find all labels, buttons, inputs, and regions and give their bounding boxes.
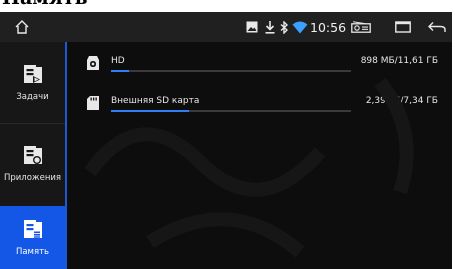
sidebar-item-label: Память — [15, 246, 50, 257]
wifi-icon — [292, 12, 308, 42]
sd-card-icon — [86, 95, 100, 115]
tasks-icon — [23, 64, 43, 88]
storage-name: HD — [111, 56, 125, 66]
page-title: Память — [2, 0, 87, 8]
sidebar-item-label: Приложения — [3, 172, 62, 183]
storage-usage-bar — [111, 110, 351, 112]
window-icon[interactable] — [395, 12, 411, 42]
sidebar-item-tasks[interactable]: Задачи — [0, 42, 65, 123]
download-icon — [265, 12, 275, 42]
sidebar-item-apps[interactable]: Приложения — [0, 124, 65, 203]
device-screen: 10:56 Задачи Приложения Память HD 898 МБ… — [0, 12, 452, 269]
storage-item-hd[interactable]: HD 898 МБ/11,61 ГБ — [67, 50, 452, 80]
clock: 10:56 — [310, 19, 347, 35]
sidebar: Задачи Приложения Память — [0, 42, 67, 269]
sidebar-item-label: Задачи — [16, 91, 49, 102]
apps-icon — [23, 145, 43, 169]
storage-usage-fill — [111, 70, 130, 72]
storage-list: HD 898 МБ/11,61 ГБ Внешняя SD карта 2,39… — [67, 42, 452, 269]
radio-icon[interactable] — [351, 12, 371, 42]
home-icon[interactable] — [14, 12, 30, 42]
back-icon[interactable] — [428, 12, 446, 42]
image-icon — [246, 12, 258, 42]
storage-size: 898 МБ/11,61 ГБ — [360, 56, 438, 66]
memory-icon — [23, 219, 43, 243]
sidebar-item-memory[interactable]: Память — [0, 206, 65, 269]
storage-item-sd[interactable]: Внешняя SD карта 2,39 ГБ/7,34 ГБ — [67, 90, 452, 120]
storage-usage-bar — [111, 70, 351, 72]
storage-size: 2,39 ГБ/7,34 ГБ — [365, 96, 438, 106]
storage-name: Внешняя SD карта — [111, 96, 200, 106]
storage-usage-fill — [111, 110, 190, 112]
bluetooth-icon — [280, 12, 288, 42]
phone-storage-icon — [86, 55, 100, 75]
status-bar: 10:56 — [0, 12, 452, 42]
